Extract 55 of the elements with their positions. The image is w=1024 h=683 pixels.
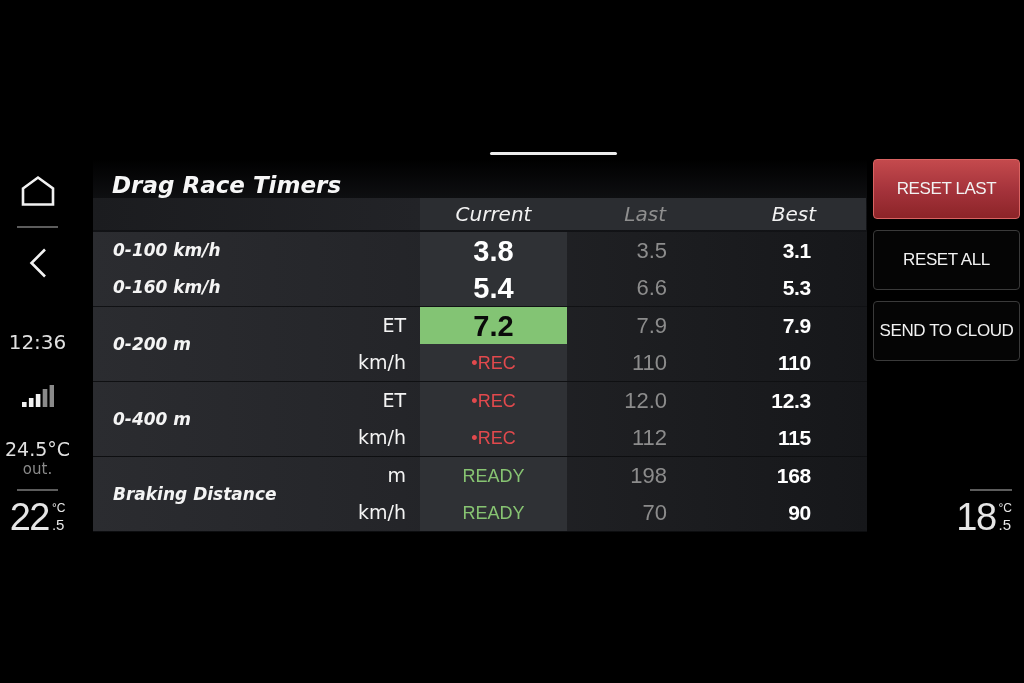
clock-time: 12:36	[8, 330, 67, 354]
page-title: Drag Race Timers	[112, 172, 342, 199]
temperature-value: 18	[956, 502, 996, 532]
row-label: 0-160 km/h	[113, 277, 221, 298]
drag-handle[interactable]	[490, 152, 617, 155]
signal-icon	[21, 385, 54, 407]
row-label: 0-100 km/h	[113, 240, 221, 261]
temperature-unit: °C	[998, 502, 1012, 515]
last-value: 70	[642, 499, 667, 526]
last-value: 110	[631, 349, 667, 376]
last-value: 112	[631, 424, 667, 451]
home-icon[interactable]	[19, 175, 56, 206]
best-value: 5.3	[782, 275, 811, 300]
unit-label: m	[387, 464, 406, 487]
best-value: 168	[776, 463, 811, 488]
last-value: 198	[630, 462, 667, 489]
column-header: Current	[455, 202, 532, 226]
action-button[interactable]: SEND TO CLOUD	[873, 301, 1020, 361]
ready-status: READY	[462, 501, 525, 524]
temperature-value: 22	[9, 502, 49, 532]
unit-label: km/h	[358, 426, 406, 449]
best-value: 3.1	[782, 238, 811, 263]
best-value: 90	[788, 500, 811, 525]
temperature-unit: °C	[51, 502, 66, 515]
outside-temperature: 24.5°C	[4, 438, 71, 460]
action-button[interactable]: RESET ALL	[873, 230, 1020, 290]
last-value: 12.0	[624, 387, 667, 414]
recording-status: •REC	[471, 389, 516, 412]
row-label: 0-200 m	[113, 333, 191, 355]
current-value: 3.8	[473, 234, 514, 267]
row-label: 0-400 m	[113, 408, 191, 430]
temperature-decimal: .5	[51, 517, 65, 532]
last-value: 6.6	[636, 274, 667, 301]
unit-label: ET	[382, 314, 406, 337]
column-header: Last	[624, 202, 666, 226]
recording-status: •REC	[471, 351, 516, 374]
best-value: 110	[778, 350, 811, 375]
action-button[interactable]: RESET LAST	[873, 159, 1020, 219]
current-value: 5.4	[473, 271, 514, 304]
temperature-decimal: .5	[998, 517, 1012, 532]
best-value: 7.9	[782, 313, 811, 338]
last-value: 7.9	[636, 312, 667, 339]
back-icon[interactable]	[28, 248, 47, 278]
temperature-caption: out.	[22, 460, 53, 478]
recording-status: •REC	[471, 426, 516, 449]
row-label: Braking Distance	[113, 483, 277, 505]
ready-status: READY	[462, 464, 525, 487]
unit-label: km/h	[358, 501, 406, 524]
best-value: 115	[778, 425, 811, 450]
unit-label: ET	[382, 389, 406, 412]
current-value: 7.2	[473, 309, 514, 342]
unit-label: km/h	[358, 351, 406, 374]
column-header: Best	[771, 202, 816, 226]
last-value: 3.5	[636, 237, 667, 264]
best-value: 12.3	[771, 388, 811, 413]
